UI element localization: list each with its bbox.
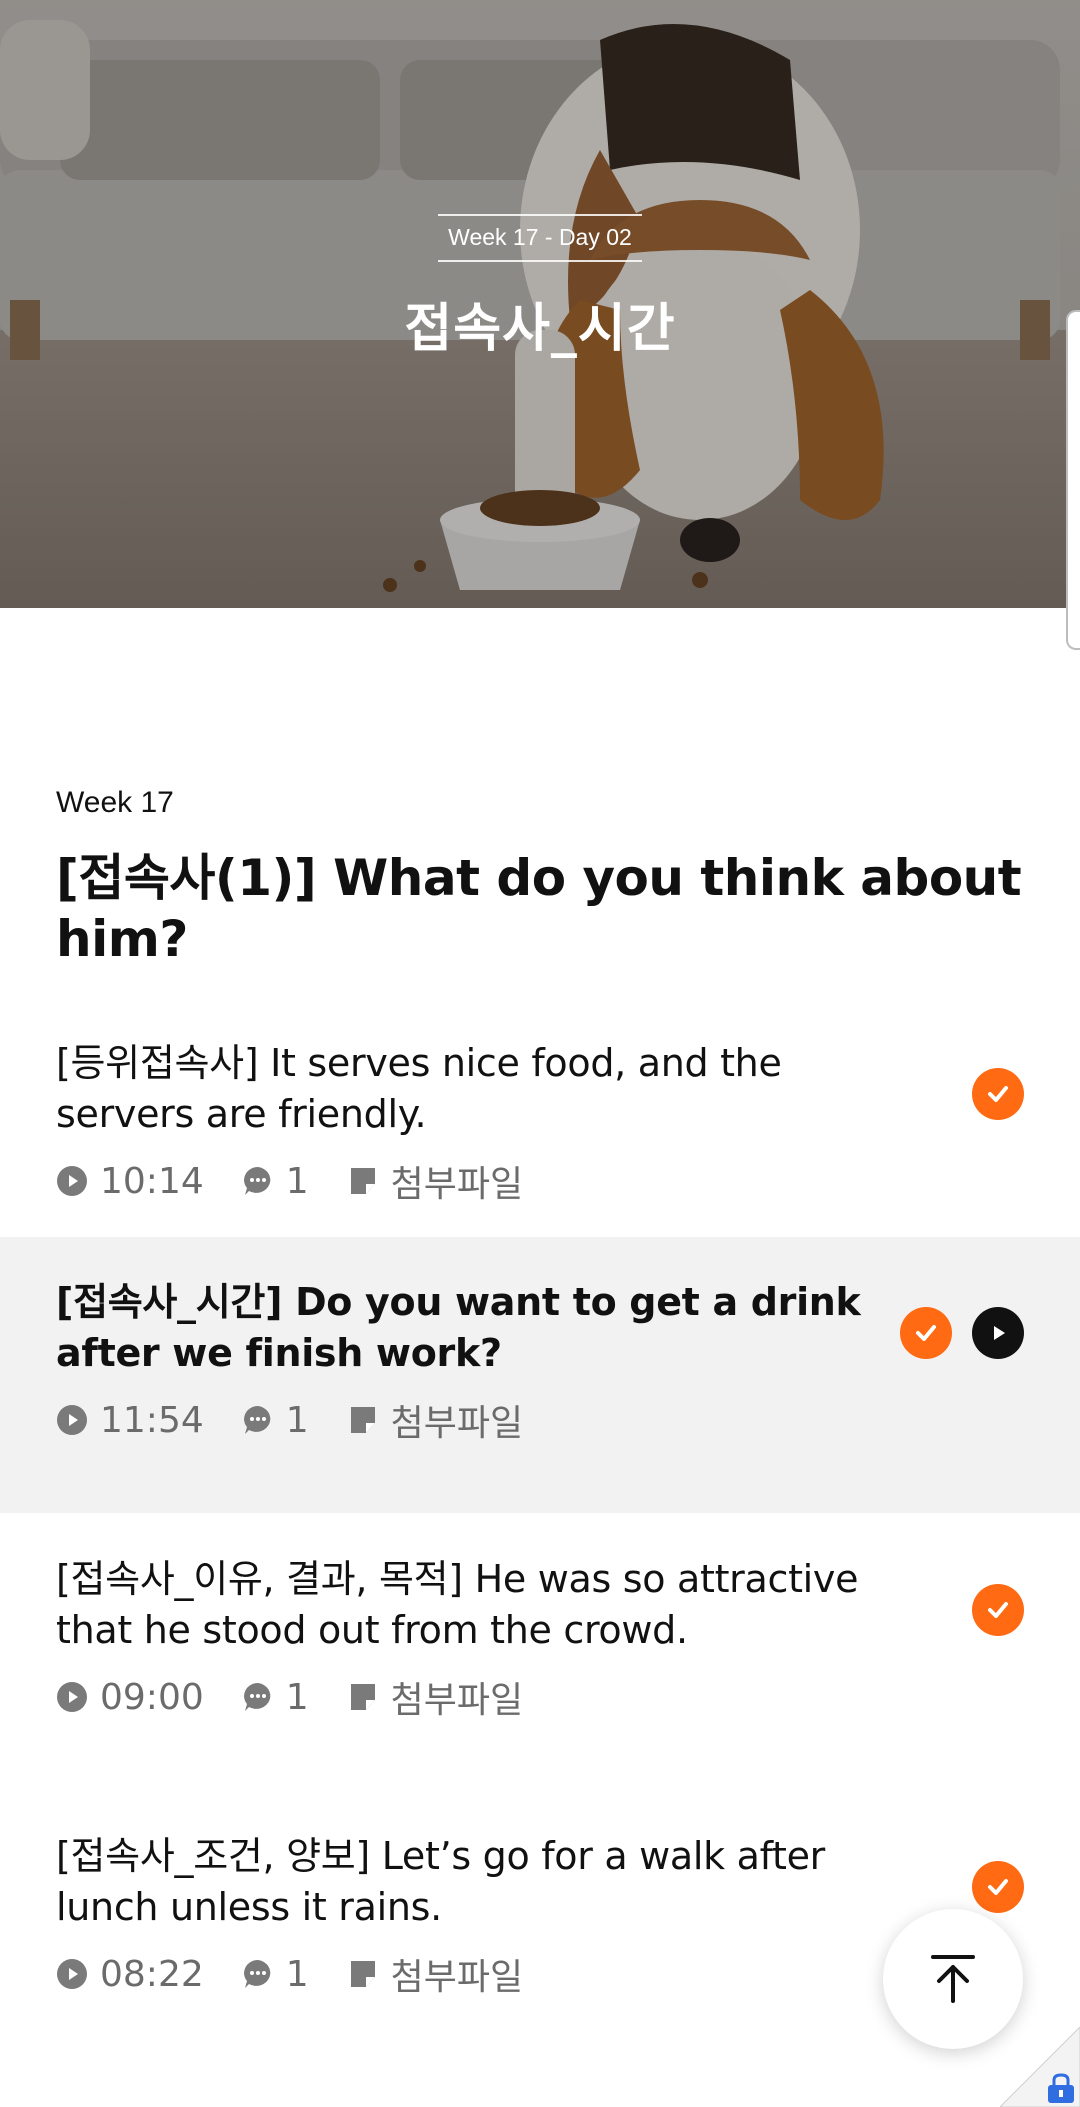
lesson-meta: 08:22 1 첨부파일	[56, 1948, 561, 2000]
completed-check	[972, 1861, 1024, 1913]
duration-text: 11:54	[100, 1399, 204, 1441]
lesson-attachment[interactable]: 첨부파일	[347, 1155, 523, 1207]
lesson-duration: 11:54	[56, 1400, 204, 1441]
lesson-title: [접속사_이유, 결과, 목적] He was so attractive th…	[56, 1557, 859, 1652]
lesson-meta: 11:54 1 첨부파일	[56, 1394, 561, 1446]
lesson-comments[interactable]: 1	[242, 1161, 309, 1202]
lesson-item[interactable]: [등위접속사] It serves nice food, and the ser…	[0, 998, 1080, 1274]
play-circle-icon	[57, 1405, 87, 1435]
attachment-label: 첨부파일	[390, 1957, 524, 1998]
hero-tag-text: Week 17 - Day 02	[438, 214, 642, 262]
check-icon	[988, 1602, 1008, 1618]
hero-banner: Week 17 - Day 02 접속사_시간	[0, 0, 1080, 608]
comment-count: 1	[285, 1160, 309, 1202]
comment-bubble-icon	[243, 1960, 271, 1988]
lesson-item[interactable]: [접속사_이유, 결과, 목적] He was so attractive th…	[0, 1514, 1080, 1790]
completed-check	[972, 1584, 1024, 1636]
lesson-attachment[interactable]: 첨부파일	[347, 1948, 523, 2000]
page-corner-lock-icon[interactable]	[1000, 2027, 1080, 2107]
play-icon	[994, 1326, 1005, 1340]
lesson-duration: 10:14	[56, 1161, 204, 1202]
check-icon	[988, 1879, 1008, 1895]
lesson-attachment[interactable]: 첨부파일	[347, 1394, 523, 1446]
completed-check	[900, 1307, 952, 1359]
scrollbar-handle[interactable]	[1066, 310, 1080, 650]
note-icon	[350, 1168, 375, 1194]
hero-title: 접속사_시간	[404, 299, 676, 359]
play-circle-icon	[57, 1959, 87, 1989]
attachment-label: 첨부파일	[390, 1680, 524, 1721]
play-circle-icon	[57, 1166, 87, 1196]
lesson-title: [접속사_시간] Do you want to get a drink afte…	[56, 1280, 861, 1375]
note-icon	[350, 1961, 375, 1987]
comment-bubble-icon	[243, 1683, 271, 1711]
comment-count: 1	[285, 1953, 309, 1995]
lesson-title: [등위접속사] It serves nice food, and the ser…	[56, 1041, 782, 1136]
lesson-item-active[interactable]: [접속사_시간] Do you want to get a drink afte…	[0, 1237, 1080, 1513]
duration-text: 08:22	[100, 1953, 204, 1995]
duration-text: 10:14	[100, 1160, 204, 1202]
note-icon	[350, 1684, 375, 1710]
lesson-duration: 08:22	[56, 1954, 204, 1995]
section-title: [접속사(1)] What do you think about him?	[56, 849, 1022, 968]
attachment-label: 첨부파일	[390, 1164, 524, 1205]
lesson-comments[interactable]: 1	[242, 1954, 309, 1995]
duration-text: 09:00	[100, 1676, 204, 1718]
arrow-up-to-top-icon	[931, 1955, 975, 2003]
note-icon	[350, 1407, 375, 1433]
comment-bubble-icon	[243, 1167, 271, 1195]
lesson-meta: 09:00 1 첨부파일	[56, 1671, 561, 1723]
lesson-comments[interactable]: 1	[242, 1400, 309, 1441]
hero-week-day-tag: Week 17 - Day 02	[0, 214, 1080, 262]
lesson-title: [접속사_조건, 양보] Let’s go for a walk after l…	[56, 1834, 825, 1929]
section-week-label: Week 17	[56, 786, 174, 819]
lesson-meta: 10:14 1 첨부파일	[56, 1155, 561, 1207]
check-icon	[916, 1325, 936, 1341]
comment-count: 1	[285, 1399, 309, 1441]
lesson-duration: 09:00	[56, 1677, 204, 1718]
comment-count: 1	[285, 1676, 309, 1718]
attachment-label: 첨부파일	[390, 1403, 524, 1444]
lesson-attachment[interactable]: 첨부파일	[347, 1671, 523, 1723]
check-icon	[988, 1086, 1008, 1102]
now-playing-button[interactable]	[972, 1307, 1024, 1359]
completed-check	[972, 1068, 1024, 1120]
comment-bubble-icon	[243, 1406, 271, 1434]
play-circle-icon	[57, 1682, 87, 1712]
lesson-comments[interactable]: 1	[242, 1677, 309, 1718]
